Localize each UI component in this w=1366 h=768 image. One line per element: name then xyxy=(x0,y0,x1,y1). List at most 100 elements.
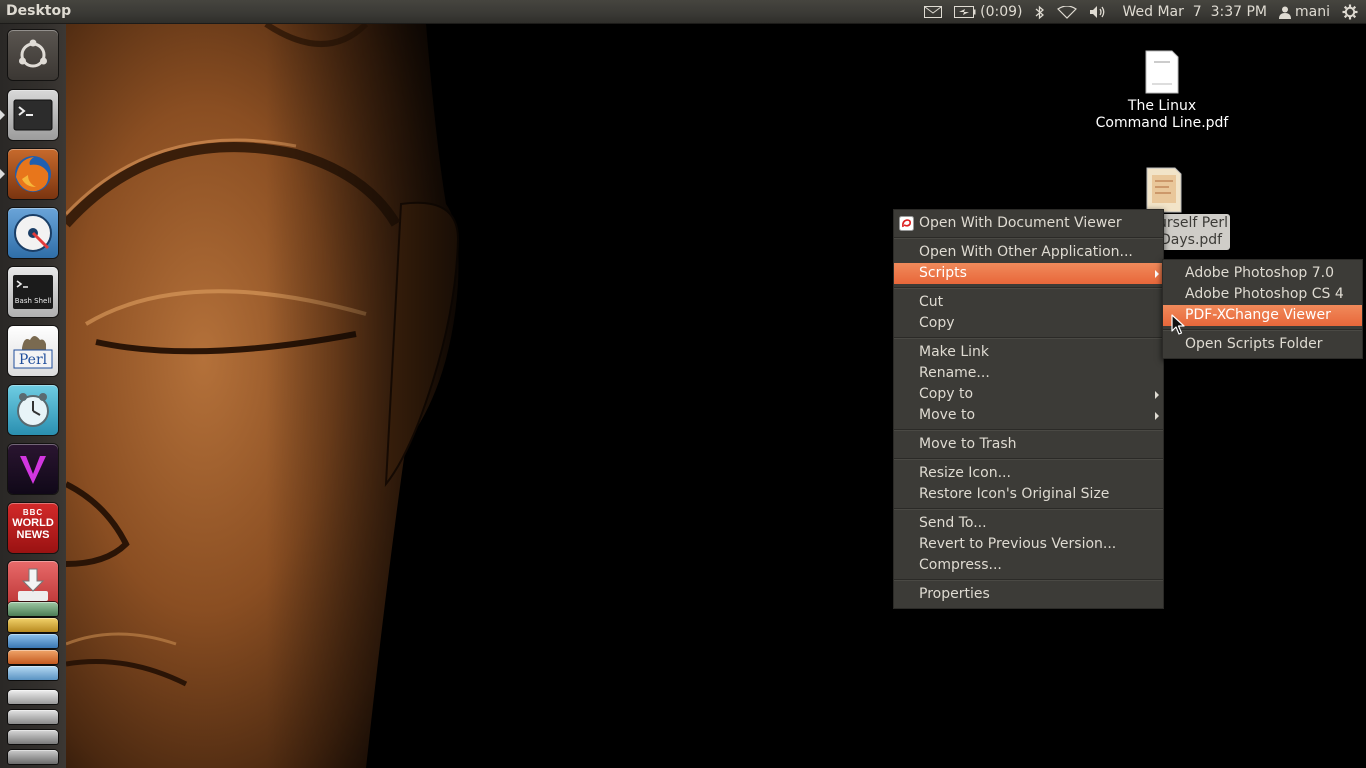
network-indicator[interactable] xyxy=(1056,0,1077,24)
menu-separator xyxy=(894,429,1163,431)
stack-icon-orange[interactable] xyxy=(8,650,58,664)
menu-item-restore-icon-size[interactable]: Restore Icon's Original Size xyxy=(894,484,1163,505)
context-menu: Open With Document Viewer Open With Othe… xyxy=(893,209,1164,609)
menu-item-open-with-document-viewer[interactable]: Open With Document Viewer xyxy=(894,213,1163,234)
menu-item-copy[interactable]: Copy xyxy=(894,313,1163,334)
stack-icon-monitor[interactable] xyxy=(8,602,58,616)
stack-icon-gray-2[interactable] xyxy=(8,710,58,724)
menu-item-properties[interactable]: Properties xyxy=(894,584,1163,605)
menu-item-compress[interactable]: Compress... xyxy=(894,555,1163,576)
desktop-file-linux-command-line[interactable]: The Linux Command Line.pdf xyxy=(1092,50,1232,132)
ubuntu-logo-icon xyxy=(19,39,47,68)
clock-indicator[interactable]: Wed Mar 7 3:37 PM xyxy=(1119,0,1268,24)
menu-label: Revert to Previous Version... xyxy=(919,536,1117,552)
terminal-icon xyxy=(13,99,53,131)
bbc-text-1: BBC xyxy=(22,508,44,517)
top-panel: Desktop (0:09) Wed Mar 7 3:37 PM mani xyxy=(0,0,1366,24)
gear-icon xyxy=(1342,4,1358,20)
menu-item-send-to[interactable]: Send To... xyxy=(894,513,1163,534)
stack-icon-lightblue[interactable] xyxy=(8,666,58,680)
launcher: Bash Shell Perl BBC WORLD NEWS xyxy=(0,24,67,768)
stack-icon-gray-4[interactable] xyxy=(8,750,58,764)
bbc-text-3: NEWS xyxy=(16,529,50,541)
desktop-file-label-selected: urself Perl Days.pdf xyxy=(1156,214,1230,250)
running-indicator xyxy=(0,169,5,179)
bluetooth-indicator[interactable] xyxy=(1035,0,1045,24)
menu-item-cut[interactable]: Cut xyxy=(894,292,1163,313)
user-icon xyxy=(1279,6,1292,19)
clock-text: Wed Mar 7 3:37 PM xyxy=(1122,4,1268,20)
submenu-arrow-icon xyxy=(1155,412,1159,420)
desktop-file-label-4: Days.pdf xyxy=(1160,232,1223,248)
menu-item-scripts[interactable]: Scripts xyxy=(894,263,1163,284)
menu-label: Open Scripts Folder xyxy=(1185,336,1323,352)
mail-indicator[interactable] xyxy=(924,0,943,24)
menu-label: Scripts xyxy=(919,265,967,281)
stack-icon-blue[interactable] xyxy=(8,634,58,648)
menu-separator xyxy=(1163,329,1362,331)
firefox-icon xyxy=(15,156,51,192)
window-title: Desktop xyxy=(6,3,72,19)
menu-label: Properties xyxy=(919,586,990,602)
submenu-item-pdf-xchange-viewer[interactable]: PDF-XChange Viewer xyxy=(1163,305,1362,326)
submenu-item-photoshop-7[interactable]: Adobe Photoshop 7.0 xyxy=(1163,263,1362,284)
menu-separator xyxy=(894,508,1163,510)
desktop-file-label-2: Command Line.pdf xyxy=(1095,115,1229,131)
stack-icon-gray-1[interactable] xyxy=(8,690,58,704)
bash-shell-icon xyxy=(13,275,53,309)
menu-separator xyxy=(894,237,1163,239)
menu-item-revert-version[interactable]: Revert to Previous Version... xyxy=(894,534,1163,555)
menu-label: Copy xyxy=(919,315,955,331)
launcher-bbc-world-news[interactable]: BBC WORLD NEWS xyxy=(8,503,58,553)
submenu-item-photoshop-cs4[interactable]: Adobe Photoshop CS 4 xyxy=(1163,284,1362,305)
bash-shell-label: Bash Shell xyxy=(14,297,52,305)
perl-label: Perl xyxy=(18,352,48,368)
menu-label: Compress... xyxy=(919,557,1002,573)
menu-separator xyxy=(894,337,1163,339)
stack-icon-gold[interactable] xyxy=(8,618,58,632)
menu-label: Move to xyxy=(919,407,976,423)
bluetooth-icon xyxy=(1035,5,1044,19)
alarm-clock-icon xyxy=(17,393,49,427)
mouse-pointer-icon xyxy=(1171,314,1185,335)
launcher-perl[interactable]: Perl xyxy=(8,326,58,376)
launcher-bash-shell[interactable]: Bash Shell xyxy=(8,267,58,317)
launcher-firefox[interactable] xyxy=(8,149,58,199)
menu-label: Send To... xyxy=(919,515,987,531)
menu-item-resize-icon[interactable]: Resize Icon... xyxy=(894,463,1163,484)
menu-label: Adobe Photoshop 7.0 xyxy=(1185,265,1335,281)
submenu-arrow-icon xyxy=(1155,270,1159,278)
menu-item-open-with-other-application[interactable]: Open With Other Application... xyxy=(894,242,1163,263)
menu-label: PDF-XChange Viewer xyxy=(1185,307,1331,323)
menu-item-move-to[interactable]: Move to xyxy=(894,405,1163,426)
launcher-dash-button[interactable] xyxy=(8,30,58,80)
submenu-item-open-scripts-folder[interactable]: Open Scripts Folder xyxy=(1163,334,1362,355)
launcher-clock-app[interactable] xyxy=(8,385,58,435)
menu-separator xyxy=(894,458,1163,460)
session-indicator[interactable] xyxy=(1342,0,1358,24)
menu-separator xyxy=(894,287,1163,289)
mail-icon xyxy=(924,6,943,18)
desktop-file-label-1: The Linux xyxy=(1127,98,1197,114)
launcher-disk-app[interactable] xyxy=(8,208,58,258)
disk-icon xyxy=(14,214,52,252)
menu-label: Copy to xyxy=(919,386,974,402)
menu-item-rename[interactable]: Rename... xyxy=(894,363,1163,384)
menu-item-make-link[interactable]: Make Link xyxy=(894,342,1163,363)
menu-item-copy-to[interactable]: Copy to xyxy=(894,384,1163,405)
desktop-file-perl-days[interactable] xyxy=(1144,167,1184,213)
menu-item-move-to-trash[interactable]: Move to Trash xyxy=(894,434,1163,455)
launcher-v-app[interactable] xyxy=(8,444,58,494)
launcher-terminal[interactable] xyxy=(8,90,58,140)
battery-time: (0:09) xyxy=(980,4,1023,20)
user-indicator[interactable]: mani xyxy=(1279,0,1330,24)
running-indicator xyxy=(0,110,5,120)
document-viewer-icon xyxy=(899,216,914,231)
battery-indicator[interactable]: (0:09) xyxy=(954,0,1023,24)
stack-icon-gray-3[interactable] xyxy=(8,730,58,744)
menu-label: Adobe Photoshop CS 4 xyxy=(1185,286,1344,302)
submenu-arrow-icon xyxy=(1155,391,1159,399)
sound-indicator[interactable] xyxy=(1089,0,1107,24)
bbc-text-2: WORLD xyxy=(12,517,54,529)
pdf-file-icon xyxy=(1145,50,1179,94)
